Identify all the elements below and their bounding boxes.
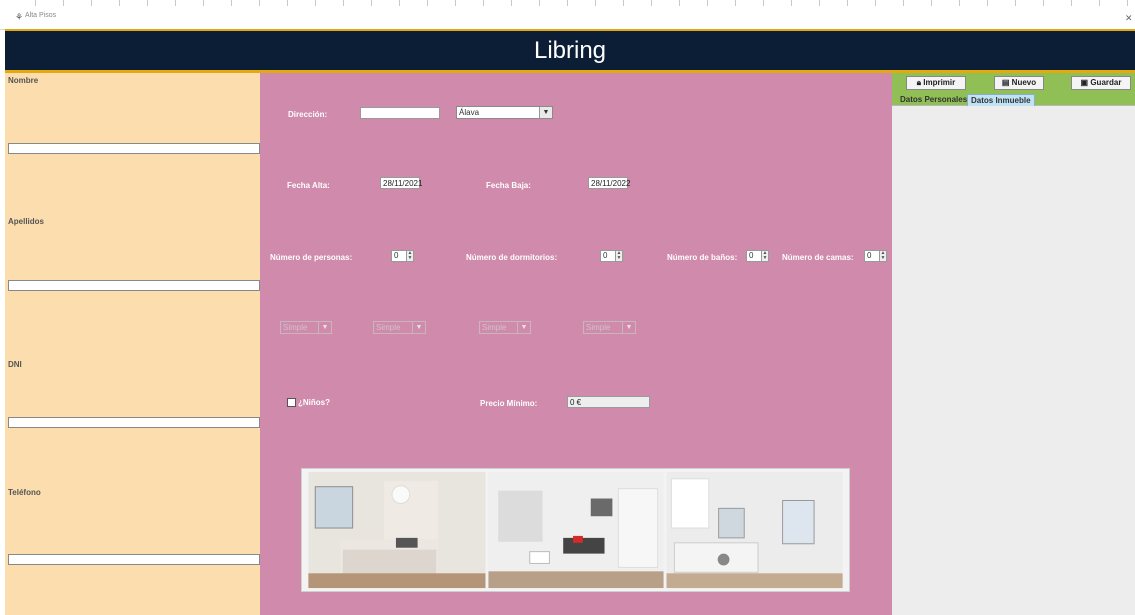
ruler-ticks	[8, 0, 1128, 6]
guardar-label: Guardar	[1090, 78, 1122, 87]
chevron-down-icon[interactable]: ▼	[539, 107, 552, 118]
dormitorios-label: Número de dormitorios:	[466, 253, 558, 262]
app-header: Libring	[5, 29, 1135, 73]
imprimir-button[interactable]: 🔒︎ Imprimir	[906, 76, 966, 90]
dormitorios-value: 0	[603, 251, 608, 260]
cama-tipo-value: Simple	[376, 323, 401, 332]
tab-datos-inmueble[interactable]: Datos Inmueble	[967, 94, 1035, 106]
telefono-field[interactable]	[8, 554, 260, 565]
nuevo-button[interactable]: ▤ Nuevo	[994, 76, 1044, 90]
provincia-select[interactable]: Álava ▼	[456, 106, 553, 119]
personal-data-panel: Nombre Apellidos DNI Teléfono	[5, 73, 260, 615]
tab-datos-personales[interactable]: Datos Personales	[897, 94, 970, 106]
chevron-down-icon[interactable]: ▼	[412, 322, 425, 333]
personas-label: Número de personas:	[270, 253, 353, 262]
lock-icon: 🔒︎	[916, 78, 921, 87]
apellidos-label: Apellidos	[8, 217, 45, 226]
provincia-value: Álava	[459, 108, 480, 117]
app-icon: ⚘	[15, 12, 24, 22]
camas-spinner[interactable]: 0 ▲ ▼	[864, 250, 887, 262]
chevron-down-icon[interactable]: ▼	[517, 322, 530, 333]
cama-tipo-value: Simple	[586, 323, 611, 332]
banos-label: Número de baños:	[667, 253, 738, 262]
nombre-field[interactable]	[8, 143, 260, 154]
spinner-arrows-icon[interactable]: ▲ ▼	[879, 250, 887, 262]
chevron-down-icon[interactable]: ▼	[622, 322, 635, 333]
imprimir-label: Imprimir	[923, 78, 956, 87]
cama-tipo-select-2[interactable]: Simple ▼	[373, 321, 426, 334]
banos-value: 0	[749, 251, 754, 260]
banos-spinner[interactable]: 0 ▲ ▼	[746, 250, 769, 262]
personas-spinner[interactable]: 0 ▲ ▼	[391, 250, 414, 262]
spinner-arrows-icon[interactable]: ▲ ▼	[406, 250, 414, 262]
save-icon: ▣	[1080, 78, 1089, 87]
spinner-arrows-icon[interactable]: ▲ ▼	[615, 250, 623, 262]
app-title: Libring	[533, 36, 607, 64]
nuevo-label: Nuevo	[1011, 78, 1037, 87]
dormitorios-spinner[interactable]: 0 ▲ ▼	[600, 250, 623, 262]
photo-livingroom	[488, 471, 664, 589]
ninos-label[interactable]: ¿Niños?	[298, 398, 330, 407]
precio-label: Precio Mínimo:	[480, 399, 538, 408]
fecha-alta-field[interactable]: 28/11/2021	[380, 177, 422, 189]
fecha-baja-label: Fecha Baja:	[486, 181, 531, 190]
cama-tipo-value: Simple	[482, 323, 507, 332]
direccion-field[interactable]	[360, 107, 440, 119]
fecha-alta-label: Fecha Alta:	[287, 181, 330, 190]
telefono-label: Teléfono	[8, 488, 41, 497]
window-titlebar: ⚘ Alta Pisos ✕	[0, 0, 1135, 30]
close-icon[interactable]: ✕	[1125, 13, 1133, 24]
camas-value: 0	[867, 251, 872, 260]
property-photos-image	[301, 468, 850, 592]
window-title: Alta Pisos	[25, 12, 57, 19]
fecha-baja-field[interactable]: 28/11/2022	[588, 177, 630, 189]
nombre-label: Nombre	[8, 76, 39, 85]
cama-tipo-select-1[interactable]: Simple ▼	[280, 321, 332, 334]
cama-tipo-select-3[interactable]: Simple ▼	[479, 321, 531, 334]
personas-value: 0	[394, 251, 399, 260]
dni-field[interactable]	[8, 417, 260, 428]
camas-label: Número de camas:	[782, 253, 854, 262]
cama-tipo-select-4[interactable]: Simple ▼	[583, 321, 636, 334]
spinner-arrows-icon[interactable]: ▲ ▼	[761, 250, 769, 262]
new-document-icon: ▤	[1001, 78, 1010, 87]
chevron-down-icon[interactable]: ▼	[318, 322, 331, 333]
photo-bedroom	[308, 471, 486, 589]
tab-bar: Datos Personales Datos Inmueble	[892, 93, 1135, 106]
actions-panel: 🔒︎ Imprimir ▤ Nuevo ▣ Guardar Datos Pers…	[892, 73, 1135, 615]
ninos-checkbox[interactable]	[287, 398, 296, 407]
guardar-button[interactable]: ▣ Guardar	[1071, 76, 1131, 90]
cama-tipo-value: Simple	[283, 323, 308, 332]
apellidos-field[interactable]	[8, 280, 260, 291]
photo-kitchen	[666, 471, 843, 589]
toolbar: 🔒︎ Imprimir ▤ Nuevo ▣ Guardar	[892, 73, 1135, 93]
dni-label: DNI	[8, 360, 22, 369]
direccion-label: Dirección:	[288, 110, 328, 119]
precio-field[interactable]: 0 €	[567, 396, 650, 408]
